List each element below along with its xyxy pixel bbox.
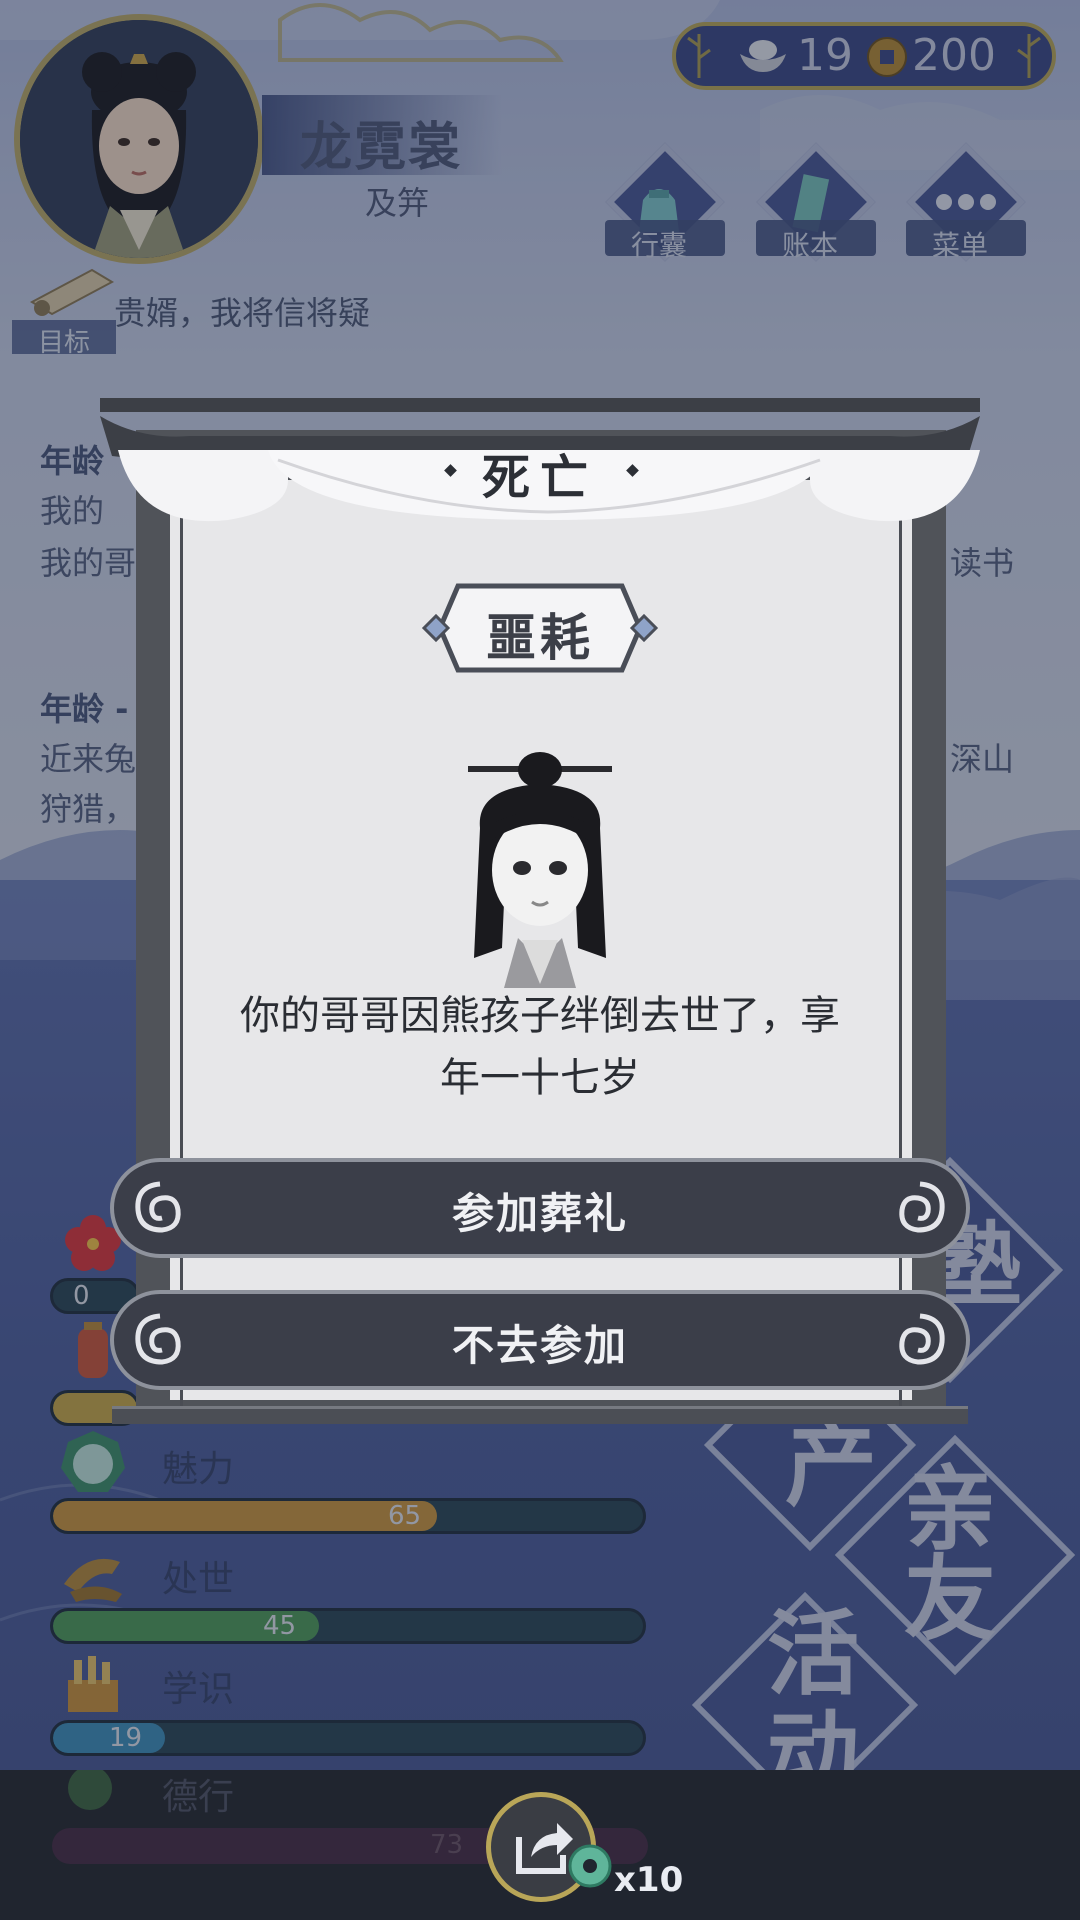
attend-funeral-label: 参加葬礼 bbox=[451, 1189, 628, 1238]
decline-funeral-label: 不去参加 bbox=[451, 1321, 628, 1370]
event-message-line: 你的哥哥因熊孩子绊倒去世了，享 bbox=[240, 993, 840, 1039]
ticket-count: x10 bbox=[614, 1860, 684, 1900]
brother-portrait bbox=[468, 752, 612, 988]
event-tag-label: 噩耗 bbox=[486, 609, 594, 667]
event-message: 你的哥哥因熊孩子绊倒去世了，享 年一十七岁 bbox=[200, 985, 880, 1109]
stat-value-virtue: 73 bbox=[430, 1830, 464, 1860]
jade-icon bbox=[568, 1844, 612, 1888]
stat-label-virtue: 德行 bbox=[162, 1777, 235, 1818]
dialog-title: 死亡 bbox=[481, 450, 598, 506]
dialog-base bbox=[112, 1406, 968, 1424]
event-message-line: 年一十七岁 bbox=[440, 1055, 640, 1101]
game-screen: 龙霓裳 及笄 19 200 行囊 账本 菜单 目标 贵婿，我将信将疑 年龄 我的… bbox=[0, 0, 1080, 1920]
